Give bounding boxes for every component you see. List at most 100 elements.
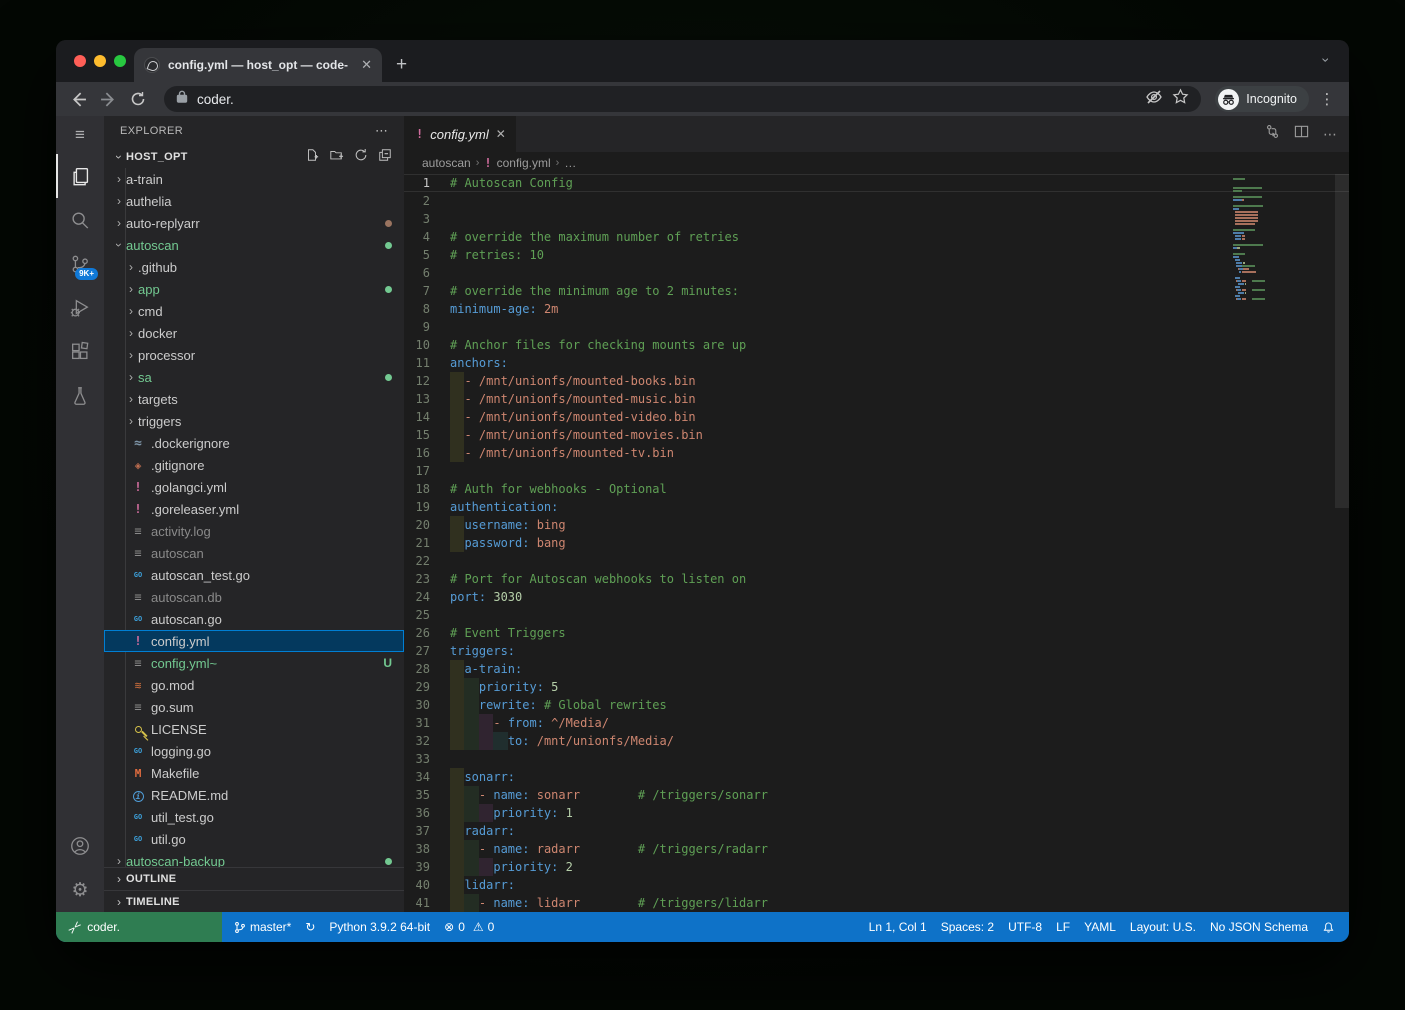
code-editor[interactable]: 1# Autoscan Config234# override the maxi… xyxy=(404,174,1349,912)
tab-close-icon[interactable]: ✕ xyxy=(361,57,372,73)
tree-file-go-mod[interactable]: ≋go.mod xyxy=(104,674,404,696)
status-cursor-position[interactable]: Ln 1, Col 1 xyxy=(869,920,927,934)
tree-folder-authelia[interactable]: ›authelia xyxy=(104,190,404,212)
tree-folder--github[interactable]: ›.github xyxy=(104,256,404,278)
tab-search-chevron-icon[interactable]: › xyxy=(1319,58,1335,63)
tree-file-config-yml-[interactable]: ≡config.yml~U xyxy=(104,652,404,674)
tree-folder-autoscan[interactable]: ›autoscan xyxy=(104,234,404,256)
new-file-icon[interactable] xyxy=(305,148,319,167)
status-eol-status[interactable]: LF xyxy=(1056,920,1070,934)
tree-folder-docker[interactable]: ›docker xyxy=(104,322,404,344)
tree-file-activity-log[interactable]: ≡activity.log xyxy=(104,520,404,542)
url-text[interactable]: coder. xyxy=(197,92,1136,107)
remote-indicator[interactable]: >< coder. xyxy=(56,912,222,942)
activity-bar-run-debug-icon[interactable] xyxy=(56,286,104,330)
notifications-bell-icon[interactable] xyxy=(1322,920,1335,934)
close-icon[interactable]: ✕ xyxy=(496,127,506,141)
chevron-right-icon: › xyxy=(124,392,138,406)
code-token: bing xyxy=(537,516,566,534)
breadcrumb[interactable]: autoscan›!config.yml›… xyxy=(404,152,1349,174)
sync-icon[interactable]: ↻ xyxy=(305,920,315,934)
browser-tab[interactable]: config.yml — host_opt — code- ✕ xyxy=(134,48,382,82)
tree-folder-cmd[interactable]: ›cmd xyxy=(104,300,404,322)
tree-file-readme-md[interactable]: iREADME.md xyxy=(104,784,404,806)
tree-folder-a-train[interactable]: ›a-train xyxy=(104,168,404,190)
tree-file-autoscan-db[interactable]: ≡autoscan.db xyxy=(104,586,404,608)
new-tab-button[interactable]: + xyxy=(396,54,407,76)
sidebar-section-outline[interactable]: ›OUTLINE xyxy=(104,868,404,890)
tree-file-util-go[interactable]: GOutil.go xyxy=(104,828,404,850)
tree-file-util-test-go[interactable]: GOutil_test.go xyxy=(104,806,404,828)
maximize-window-button[interactable] xyxy=(114,55,126,67)
status-language-mode[interactable]: YAML xyxy=(1084,920,1116,934)
tree-item-label: autoscan xyxy=(151,546,404,561)
minimap[interactable] xyxy=(1233,178,1333,301)
bookmark-star-icon[interactable] xyxy=(1172,88,1189,110)
activity-bar-settings-gear-icon[interactable]: ⚙ xyxy=(56,868,104,912)
tree-folder-autoscan-backup[interactable]: ›autoscan-backup xyxy=(104,850,404,867)
eye-off-icon[interactable] xyxy=(1145,88,1163,111)
editor-tab-configyml[interactable]: ! config.yml ✕ xyxy=(404,116,516,152)
activity-bar-extensions-icon[interactable] xyxy=(56,330,104,374)
tree-folder-auto-replyarr[interactable]: ›auto-replyarr xyxy=(104,212,404,234)
editor-scrollbar[interactable] xyxy=(1335,174,1349,508)
tree-file-license[interactable]: LICENSE xyxy=(104,718,404,740)
reload-icon[interactable] xyxy=(126,87,150,111)
tree-item-label: cmd xyxy=(138,304,404,319)
explorer-title: EXPLORER xyxy=(120,125,375,137)
close-window-button[interactable] xyxy=(74,55,86,67)
activity-bar-testing-icon[interactable] xyxy=(56,374,104,418)
browser-menu-kebab-icon[interactable]: ⋮ xyxy=(1315,87,1339,111)
status-indentation-status[interactable]: Spaces: 2 xyxy=(941,920,994,934)
code-token: priority: xyxy=(493,858,558,876)
collapse-all-icon[interactable] xyxy=(378,148,392,167)
back-icon[interactable] xyxy=(66,87,90,111)
code-token: minimum-age: xyxy=(450,300,537,318)
git-branch-status[interactable]: master* xyxy=(234,920,291,934)
code-line: 41- name: lidarr # /triggers/lidarr xyxy=(404,894,1349,912)
tree-folder-app[interactable]: ›app xyxy=(104,278,404,300)
status-keyboard-layout[interactable]: Layout: U.S. xyxy=(1130,920,1196,934)
url-bar[interactable]: coder. xyxy=(164,86,1201,112)
problems-status[interactable]: ⊗0 ⚠0 xyxy=(444,920,494,934)
breadcrumb-item[interactable]: … xyxy=(564,156,576,170)
tree-file-go-sum[interactable]: ≡go.sum xyxy=(104,696,404,718)
sidebar-section-timeline[interactable]: ›TIMELINE xyxy=(104,890,404,912)
activity-bar-search-icon[interactable] xyxy=(56,198,104,242)
breadcrumb-item[interactable]: autoscan xyxy=(422,156,471,170)
tree-file-makefile[interactable]: MMakefile xyxy=(104,762,404,784)
tree-file-config-yml[interactable]: !config.yml xyxy=(104,630,404,652)
activity-bar-source-control-icon[interactable]: 9K+ xyxy=(56,242,104,286)
tree-folder-triggers[interactable]: ›triggers xyxy=(104,410,404,432)
tree-file--dockerignore[interactable]: ≈.dockerignore xyxy=(104,432,404,454)
activity-bar-explorer-icon[interactable] xyxy=(56,154,104,198)
tree-file-autoscan[interactable]: ≡autoscan xyxy=(104,542,404,564)
split-editor-icon[interactable] xyxy=(1294,124,1309,144)
tree-folder-sa[interactable]: ›sa xyxy=(104,366,404,388)
forward-icon[interactable] xyxy=(96,87,120,111)
python-interpreter-status[interactable]: Python 3.9.2 64-bit xyxy=(329,920,430,934)
workspace-section-header[interactable]: › HOST_OPT xyxy=(104,146,404,168)
explorer-more-actions-icon[interactable]: ⋯ xyxy=(375,123,388,139)
activity-bar-menu-icon[interactable]: ≡ xyxy=(56,116,104,154)
tree-file-autoscan-go[interactable]: GOautoscan.go xyxy=(104,608,404,630)
tree-file-logging-go[interactable]: GOlogging.go xyxy=(104,740,404,762)
activity-bar-account-icon[interactable] xyxy=(56,824,104,868)
new-folder-icon[interactable] xyxy=(329,148,344,167)
tree-file--goreleaser-yml[interactable]: !.goreleaser.yml xyxy=(104,498,404,520)
browser-tab-strip: config.yml — host_opt — code- ✕ + › xyxy=(56,40,1349,82)
open-changes-icon[interactable] xyxy=(1265,124,1280,144)
breadcrumb-item[interactable]: config.yml xyxy=(497,156,551,170)
tree-folder-processor[interactable]: ›processor xyxy=(104,344,404,366)
status-encoding-status[interactable]: UTF-8 xyxy=(1008,920,1042,934)
status-json-schema-status[interactable]: No JSON Schema xyxy=(1210,920,1308,934)
tree-folder-targets[interactable]: ›targets xyxy=(104,388,404,410)
code-token: /mnt/unionfs/mounted-tv.bin xyxy=(479,444,674,462)
tree-file--gitignore[interactable]: ◈.gitignore xyxy=(104,454,404,476)
tree-file-autoscan-test-go[interactable]: GOautoscan_test.go xyxy=(104,564,404,586)
editor-more-actions-icon[interactable]: ⋯ xyxy=(1323,126,1337,143)
refresh-icon[interactable] xyxy=(354,148,368,167)
code-token: /mnt/unionfs/Media/ xyxy=(537,732,674,750)
tree-file--golangci-yml[interactable]: !.golangci.yml xyxy=(104,476,404,498)
minimize-window-button[interactable] xyxy=(94,55,106,67)
